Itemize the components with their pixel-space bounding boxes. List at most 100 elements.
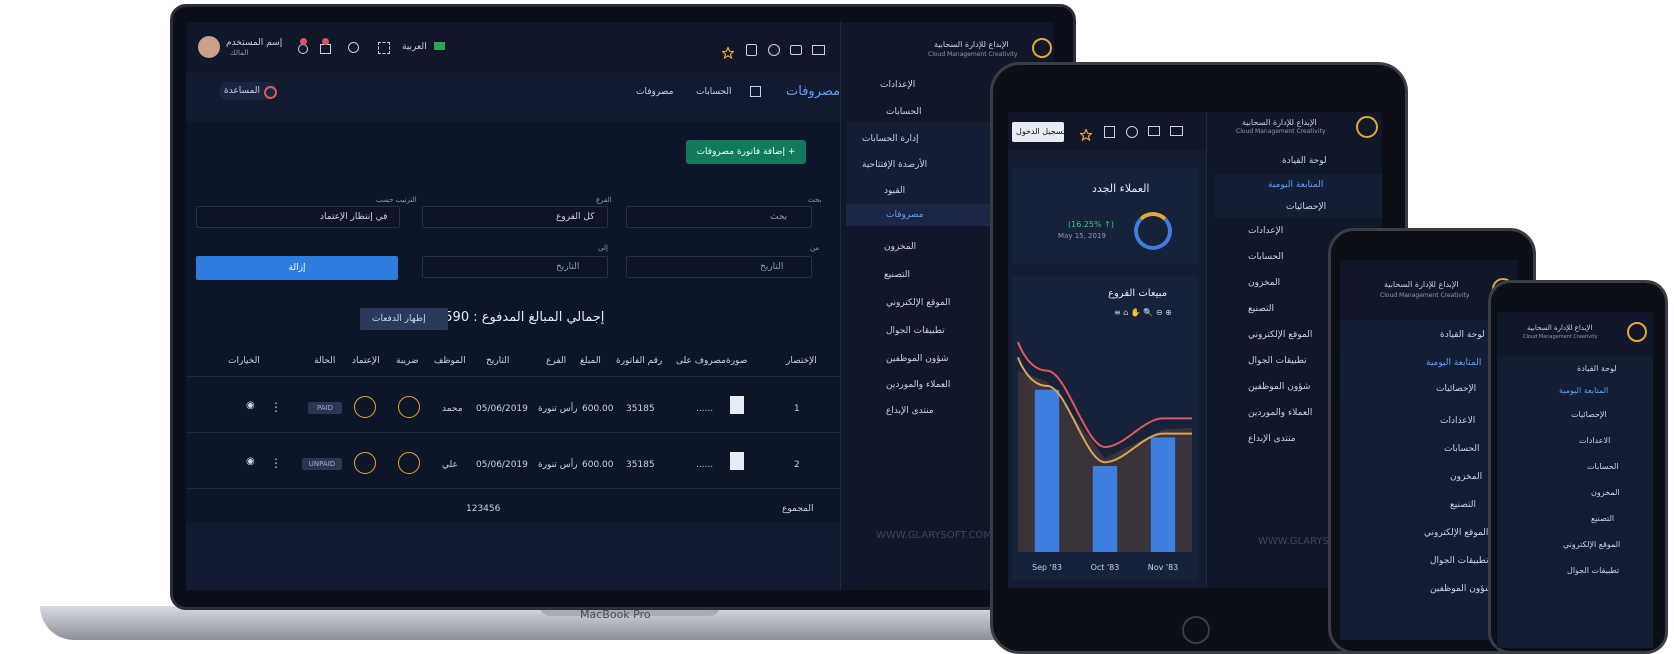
reset-button[interactable]: إزالة (196, 256, 398, 280)
sidebar-item-inventory[interactable]: المخزون (884, 242, 916, 252)
cart-icon[interactable] (320, 44, 331, 54)
add-expense-button[interactable]: إضافة فاتورة مصروفات + (686, 140, 806, 164)
check-circle-icon[interactable] (1126, 126, 1138, 138)
phone2-sidebar-website[interactable]: الموقع الإلكتروني (1563, 540, 1620, 549)
sidebar-item-entries[interactable]: القيود (884, 186, 905, 196)
row2-status-badge: UNPAID (302, 458, 342, 470)
row1-expense-on: ...... (696, 404, 714, 414)
search-icon[interactable] (348, 42, 359, 53)
phone2-sidebar-mobile[interactable]: تطبيقات الجوال (1567, 566, 1619, 575)
filter-status-label: الترتيب حسب (376, 196, 417, 204)
check-circle-icon[interactable] (768, 44, 780, 56)
chart-x-tick: Oct '83 (1091, 563, 1120, 572)
phone1-sidebar-website[interactable]: الموقع الإلكتروني (1424, 528, 1488, 538)
phone1-sidebar-accounts[interactable]: الحسابات (1444, 444, 1480, 454)
phone1-sidebar-dashboard[interactable]: لوحة القيادة (1440, 330, 1485, 340)
breadcrumb-expenses[interactable]: مصروفات (636, 87, 673, 97)
tablet-sidebar-mobile[interactable]: تطبيقات الجوال (1248, 356, 1307, 366)
filter-to-label: إلى (598, 244, 608, 252)
row2-view-icon[interactable]: ◉ (246, 456, 255, 467)
row1-approval-check-icon[interactable] (354, 396, 376, 418)
row1-invoice-image-icon[interactable] (730, 396, 744, 414)
avatar[interactable] (198, 36, 220, 58)
phone2-sidebar-stats[interactable]: الإحصائيات (1571, 410, 1607, 419)
phone1-sidebar-inventory[interactable]: المخزون (1450, 472, 1482, 482)
tablet-sidebar-customers[interactable]: العملاء والموردين (1248, 408, 1312, 418)
row2-approval-check-icon[interactable] (354, 452, 376, 474)
fullscreen-icon[interactable] (378, 42, 390, 54)
sidebar-item-employees[interactable]: شؤون الموظفين (886, 354, 948, 364)
row1-invoice: 35185 (626, 404, 655, 414)
tablet-sidebar-forum[interactable]: منتدى الإبداع (1248, 434, 1296, 444)
calendar-icon[interactable] (1104, 126, 1115, 138)
tablet-sidebar-accounts[interactable]: الحسابات (1248, 252, 1284, 262)
row2-tax-x-icon[interactable] (398, 452, 420, 474)
phone1-sidebar-employees[interactable]: شؤون الموظفين (1430, 584, 1492, 594)
tablet-sidebar-inventory[interactable]: المخزون (1248, 278, 1280, 288)
row2-more-icon[interactable]: ⋮ (270, 456, 282, 470)
star-icon[interactable] (720, 44, 736, 60)
phone1-sidebar-mobile[interactable]: تطبيقات الجوال (1430, 556, 1489, 566)
sidebar-item-opening-balances[interactable]: الأرصدة الإفتتاحية (862, 160, 927, 170)
row1-view-icon[interactable]: ◉ (246, 400, 255, 411)
mail-icon[interactable] (1170, 126, 1183, 136)
logo-icon (1032, 38, 1052, 58)
row1-more-icon[interactable]: ⋮ (270, 400, 282, 414)
phone1-sidebar-settings[interactable]: الاعدادات (1440, 416, 1475, 426)
tablet-home-button[interactable] (1182, 616, 1210, 644)
star-icon[interactable] (1078, 126, 1094, 142)
chat-icon[interactable] (790, 45, 802, 55)
breadcrumb-accounts[interactable]: الحسابات (696, 87, 732, 97)
sidebar-item-manufacturing[interactable]: التصنيع (884, 270, 910, 280)
mail-icon[interactable] (812, 45, 825, 55)
calendar-icon[interactable] (746, 44, 757, 56)
tablet-logo-title: الإبداع للإدارة السحابية (1242, 118, 1317, 127)
home-icon[interactable] (750, 86, 761, 97)
phone2-sidebar-daily[interactable]: المتابعة اليومية (1559, 386, 1608, 395)
notification-icon[interactable] (298, 44, 308, 54)
sidebar-item-customers[interactable]: العملاء والموردين (886, 380, 950, 390)
chart-toolbar[interactable]: ≡ ⌂ ✋ 🔍 ⊖ ⊕ (1114, 308, 1172, 317)
phone1-sidebar-daily[interactable]: المتابعة اليومية (1426, 358, 1481, 368)
sidebar-item-settings[interactable]: الإعدادات (880, 80, 915, 90)
to-date-placeholder: التاريخ (556, 262, 580, 272)
phone2-sidebar-settings[interactable]: الاعدادات (1579, 436, 1610, 445)
phone2-sidebar-dashboard[interactable]: لوحة القيادة (1577, 364, 1617, 373)
th-image: صورة (726, 356, 748, 366)
th-approval: الإعتماد (352, 356, 380, 366)
sidebar-item-expenses[interactable]: مصروفات (886, 210, 923, 220)
phone1-sidebar-stats[interactable]: الإحصائيات (1436, 384, 1476, 394)
logo-subtitle: Cloud Management Creativity (928, 51, 1018, 58)
sidebar-item-website[interactable]: الموقع الإلكتروني (886, 298, 950, 308)
tablet-sidebar-manufacturing[interactable]: التصنيع (1248, 304, 1274, 314)
th-branch: الفرع (546, 356, 567, 366)
to-date-input[interactable] (422, 256, 608, 278)
from-date-input[interactable] (626, 256, 812, 278)
tablet-sidebar-daily[interactable]: المتابعة اليومية (1268, 180, 1323, 190)
watermark: WWW.GLARYSOFT.COM (876, 530, 992, 541)
tablet-sidebar-stats[interactable]: الإحصائيات (1286, 202, 1326, 212)
search-placeholder: بحث (770, 212, 788, 222)
notification-badge (300, 38, 307, 45)
sidebar-item-manage-accounts[interactable]: إدارة الحسابات (862, 134, 918, 144)
tablet-sidebar-dashboard[interactable]: لوحة القيادة (1282, 156, 1327, 166)
phone2-sidebar-inventory[interactable]: المخزون (1591, 488, 1620, 497)
page-header (186, 72, 840, 122)
th-tax: ضريبة (396, 356, 419, 366)
chat-icon[interactable] (1148, 126, 1160, 136)
phone1-sidebar-manufacturing[interactable]: التصنيع (1450, 500, 1476, 510)
phone2-logo-title: الإبداع للإدارة السحابية (1527, 324, 1593, 332)
row1-index: 1 (794, 404, 800, 414)
tablet-sidebar-settings[interactable]: الإعدادات (1248, 226, 1283, 236)
tablet-sidebar-website[interactable]: الموقع الإلكتروني (1248, 330, 1312, 340)
sidebar-item-mobile-apps[interactable]: تطبيقات الجوال (886, 326, 945, 336)
phone2-sidebar-accounts[interactable]: الحسابات (1587, 462, 1619, 471)
phone2-sidebar-manufacturing[interactable]: التصنيع (1591, 514, 1614, 523)
sidebar-item-accounts[interactable]: الحسابات (886, 107, 922, 117)
new-customers-title: العملاء الجدد (1092, 182, 1150, 195)
tablet-sidebar-employees[interactable]: شؤون الموظفين (1248, 382, 1310, 392)
sidebar-item-forum[interactable]: منتدى الإبداع (886, 406, 934, 416)
row2-invoice-image-icon[interactable] (730, 452, 744, 470)
row1-tax-check-icon[interactable] (398, 396, 420, 418)
language-selector[interactable]: العربية (402, 42, 427, 52)
